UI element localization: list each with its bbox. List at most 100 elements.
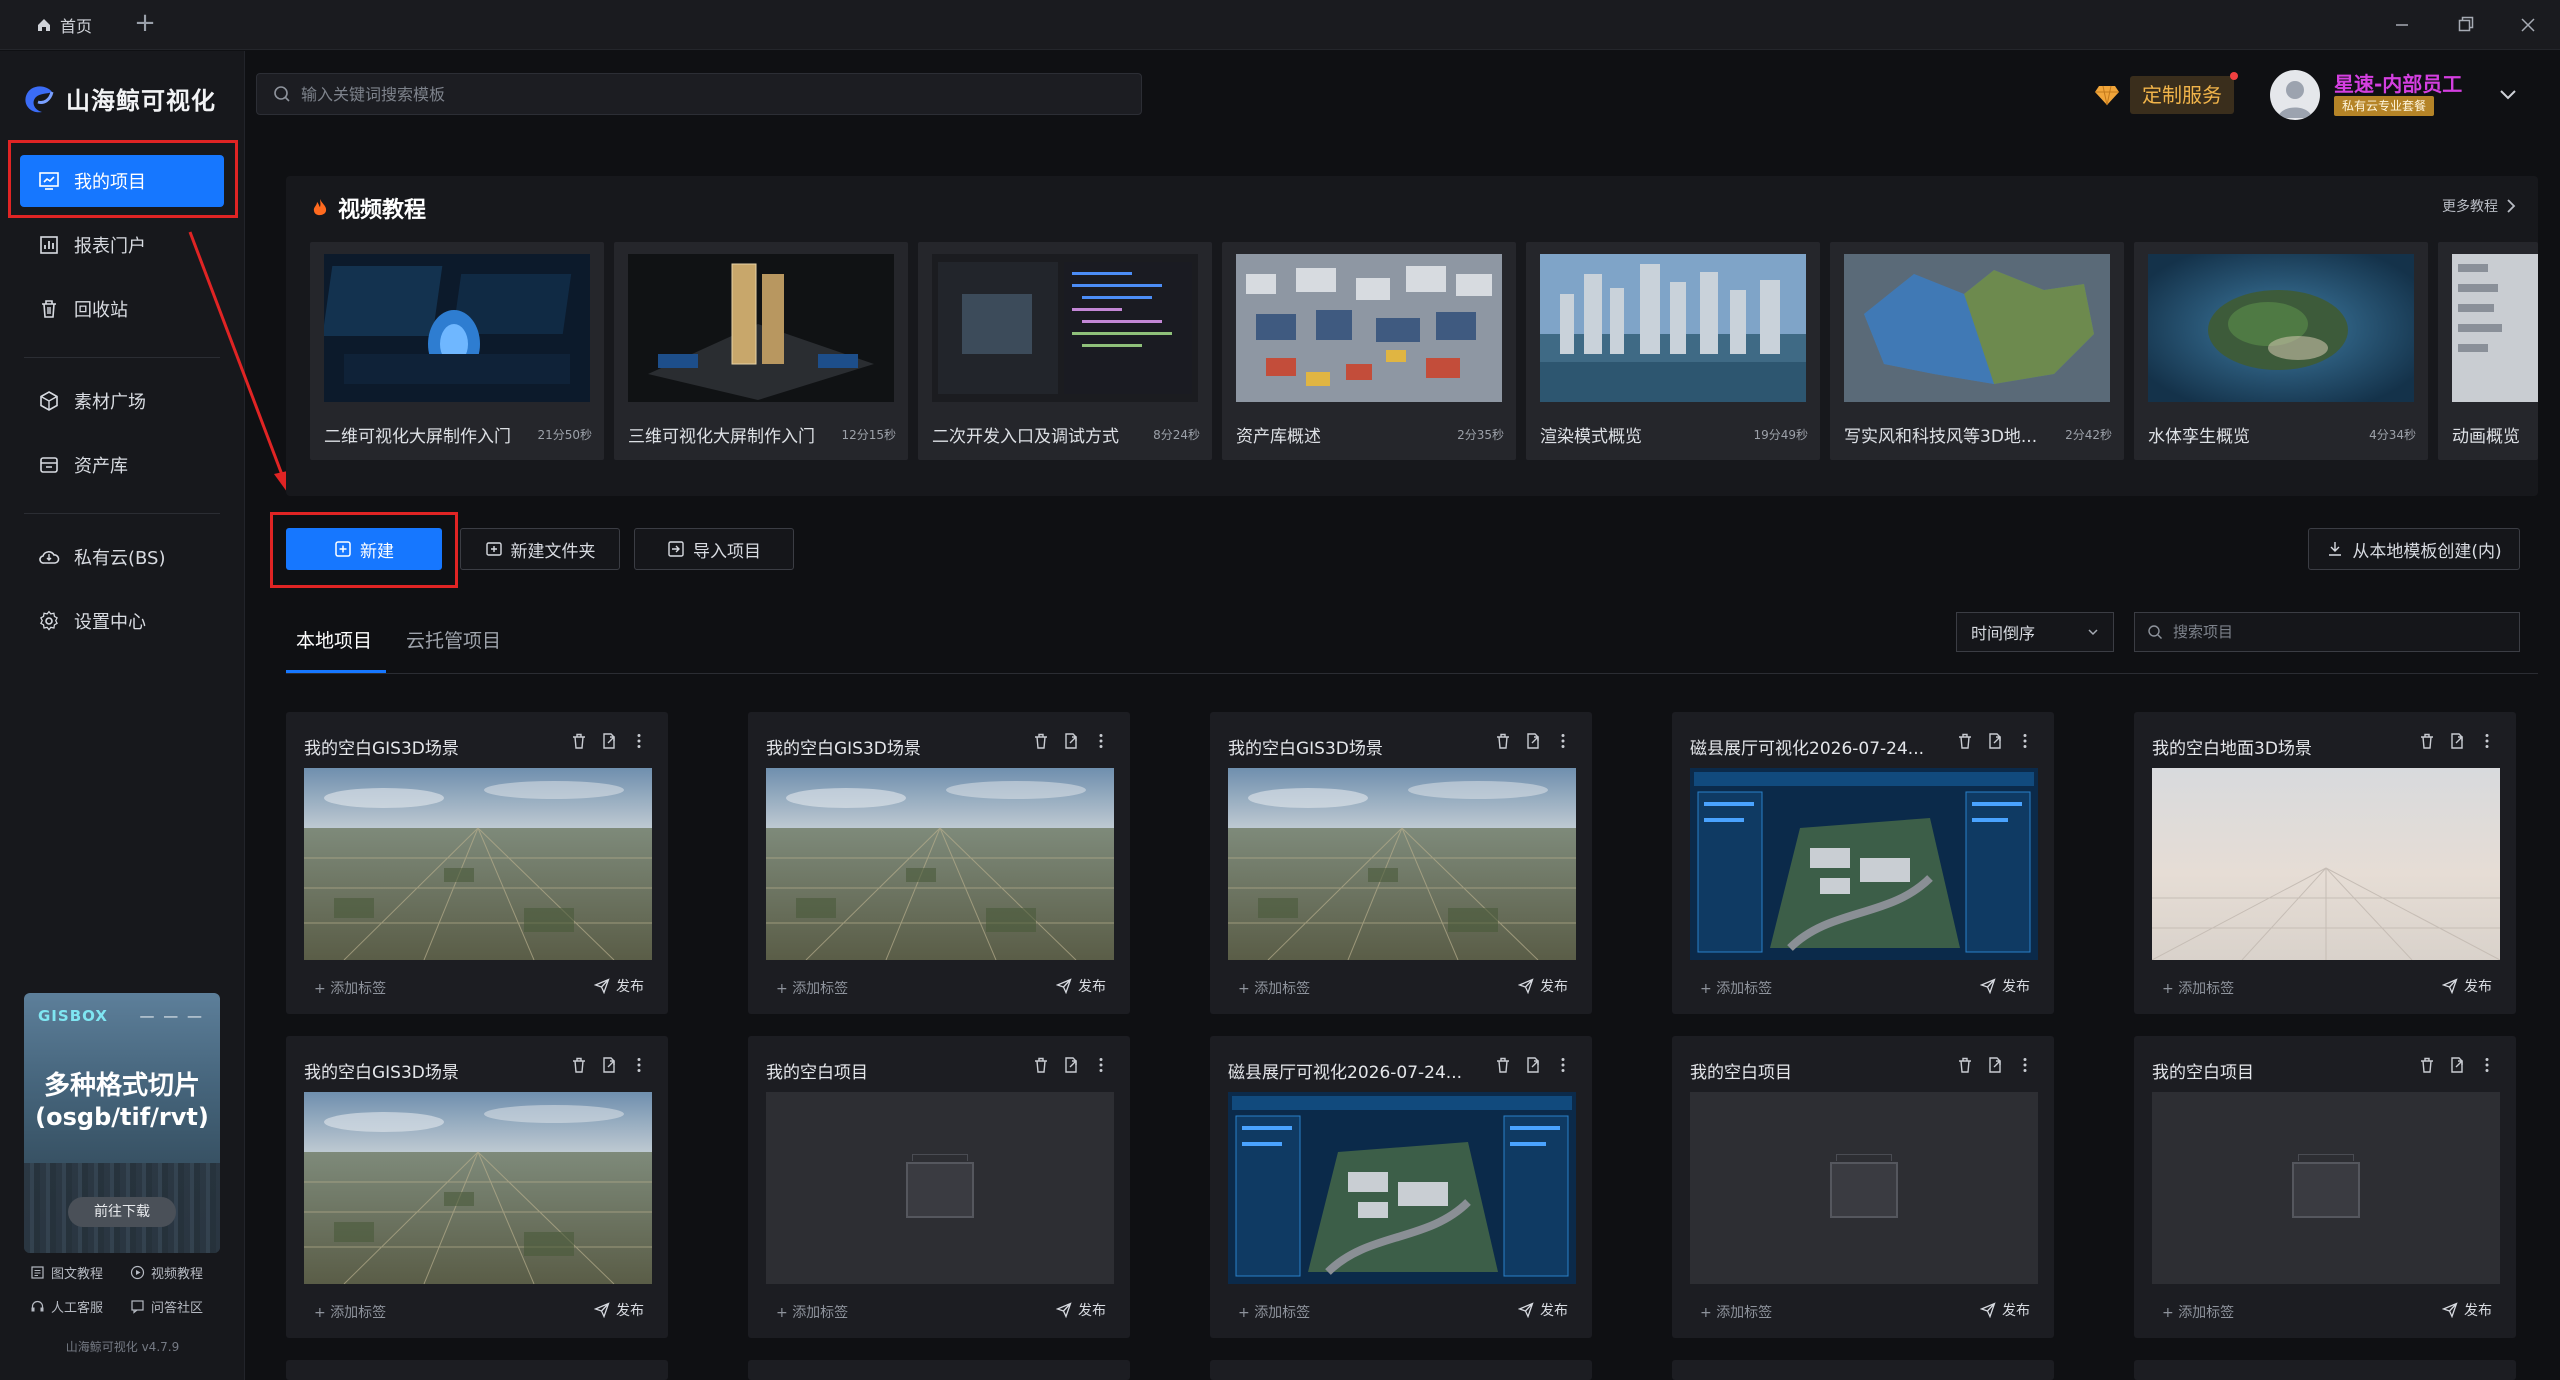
video-card[interactable]: 资产库概述 2分35秒 [1222,242,1516,460]
export-icon[interactable] [1062,1056,1080,1074]
more-vertical-icon[interactable] [2016,732,2034,750]
project-card[interactable]: 我的空白GIS3D场景 + 添加标签 发布 [286,1036,668,1338]
video-card[interactable]: 渲染模式概览 19分49秒 [1526,242,1820,460]
publish-button[interactable]: 发布 [2442,1300,2492,1320]
trash-icon[interactable] [1494,732,1512,750]
export-icon[interactable] [2448,1056,2466,1074]
export-icon[interactable] [1986,732,2004,750]
project-card[interactable]: 我的空白GIS3D场景 + 添加标签 发布 [748,712,1130,1014]
project-card[interactable] [1672,1360,2054,1380]
trash-icon[interactable] [570,732,588,750]
add-tag-button[interactable]: + 添加标签 [776,978,848,998]
video-card[interactable]: 写实风和科技风等3D地... 2分42秒 [1830,242,2124,460]
video-card[interactable]: 动画概览 [2438,242,2538,460]
custom-service-button[interactable]: 定制服务 [2130,72,2238,114]
trash-icon[interactable] [1956,1056,1974,1074]
publish-button[interactable]: 发布 [1056,1300,1106,1320]
new-project-button[interactable]: 新建 [286,528,442,570]
publish-button[interactable]: 发布 [1980,1300,2030,1320]
more-vertical-icon[interactable] [1554,732,1572,750]
more-tutorials-link[interactable]: 更多教程 [2442,196,2516,216]
export-icon[interactable] [600,1056,618,1074]
chevron-down-icon[interactable] [2496,82,2520,106]
project-card[interactable]: 我的空白地面3D场景 + 添加标签 发布 [2134,712,2516,1014]
publish-button[interactable]: 发布 [1056,976,1106,996]
tab-local-projects[interactable]: 本地项目 [296,626,372,653]
project-card[interactable]: 我的空白GIS3D场景 + 添加标签 发布 [1210,712,1592,1014]
new-folder-button[interactable]: 新建文件夹 [460,528,620,570]
publish-button[interactable]: 发布 [594,976,644,996]
from-template-button[interactable]: 从本地模板创建(内) [2308,528,2520,570]
project-card[interactable] [286,1360,668,1380]
more-vertical-icon[interactable] [630,1056,648,1074]
project-thumbnail[interactable] [766,768,1114,960]
custom-service[interactable]: 定制服务 [2094,72,2238,114]
trash-icon[interactable] [1956,732,1974,750]
more-vertical-icon[interactable] [2478,732,2496,750]
export-icon[interactable] [2448,732,2466,750]
project-search-box[interactable] [2134,612,2520,652]
project-card[interactable] [748,1360,1130,1380]
project-card[interactable]: 我的空白项目 + 添加标签 发布 [1672,1036,2054,1338]
publish-button[interactable]: 发布 [594,1300,644,1320]
add-tag-button[interactable]: + 添加标签 [1700,978,1772,998]
import-project-button[interactable]: 导入项目 [634,528,794,570]
user-name[interactable]: 星速-内部员工 [2334,68,2462,97]
trash-icon[interactable] [570,1056,588,1074]
more-vertical-icon[interactable] [630,732,648,750]
add-tag-button[interactable]: + 添加标签 [2162,1302,2234,1322]
add-tag-button[interactable]: + 添加标签 [776,1302,848,1322]
template-search-input[interactable] [301,84,1101,104]
project-card[interactable] [2134,1360,2516,1380]
publish-button[interactable]: 发布 [1980,976,2030,996]
publish-button[interactable]: 发布 [2442,976,2492,996]
add-tag-button[interactable]: + 添加标签 [1700,1302,1772,1322]
project-search-input[interactable] [2173,623,2503,641]
add-tag-button[interactable]: + 添加标签 [314,1302,386,1322]
project-card[interactable] [1210,1360,1592,1380]
avatar[interactable] [2270,70,2320,120]
video-card[interactable]: 水体孪生概览 4分34秒 [2134,242,2428,460]
export-icon[interactable] [1062,732,1080,750]
more-vertical-icon[interactable] [2478,1056,2496,1074]
more-vertical-icon[interactable] [2016,1056,2034,1074]
project-card[interactable]: 我的空白GIS3D场景 + 添加标签 发布 [286,712,668,1014]
project-card[interactable]: 磁县展厅可视化2026-07-24... + 添加标签 发布 [1210,1036,1592,1338]
project-thumbnail[interactable] [1690,768,2038,960]
project-thumbnail[interactable] [1690,1092,2038,1284]
video-card[interactable]: 二维可视化大屏制作入门 21分50秒 [310,242,604,460]
project-thumbnail[interactable] [1228,768,1576,960]
trash-icon[interactable] [1494,1056,1512,1074]
project-thumbnail[interactable] [304,768,652,960]
export-icon[interactable] [1524,732,1542,750]
project-thumbnail[interactable] [766,1092,1114,1284]
video-card[interactable]: 三维可视化大屏制作入门 12分15秒 [614,242,908,460]
tab-cloud-projects[interactable]: 云托管项目 [406,626,501,653]
add-tag-button[interactable]: + 添加标签 [1238,1302,1310,1322]
trash-icon[interactable] [2418,1056,2436,1074]
project-card[interactable]: 磁县展厅可视化2026-07-24... + 添加标签 发布 [1672,712,2054,1014]
trash-icon[interactable] [2418,732,2436,750]
export-icon[interactable] [1986,1056,2004,1074]
project-card[interactable]: 我的空白项目 + 添加标签 发布 [748,1036,1130,1338]
sort-select[interactable]: 时间倒序 [1956,612,2114,652]
project-thumbnail[interactable] [2152,1092,2500,1284]
add-tag-button[interactable]: + 添加标签 [1238,978,1310,998]
publish-button[interactable]: 发布 [1518,1300,1568,1320]
add-tag-button[interactable]: + 添加标签 [314,978,386,998]
more-vertical-icon[interactable] [1554,1056,1572,1074]
project-thumbnail[interactable] [304,1092,652,1284]
export-icon[interactable] [600,732,618,750]
trash-icon[interactable] [1032,732,1050,750]
export-icon[interactable] [1524,1056,1542,1074]
project-thumbnail[interactable] [2152,768,2500,960]
more-vertical-icon[interactable] [1092,1056,1110,1074]
add-tag-button[interactable]: + 添加标签 [2162,978,2234,998]
trash-icon[interactable] [1032,1056,1050,1074]
project-card[interactable]: 我的空白项目 + 添加标签 发布 [2134,1036,2516,1338]
project-thumbnail[interactable] [1228,1092,1576,1284]
more-vertical-icon[interactable] [1092,732,1110,750]
publish-button[interactable]: 发布 [1518,976,1568,996]
video-card[interactable]: 二次开发入口及调试方式 8分24秒 [918,242,1212,460]
template-search-box[interactable] [256,73,1142,115]
